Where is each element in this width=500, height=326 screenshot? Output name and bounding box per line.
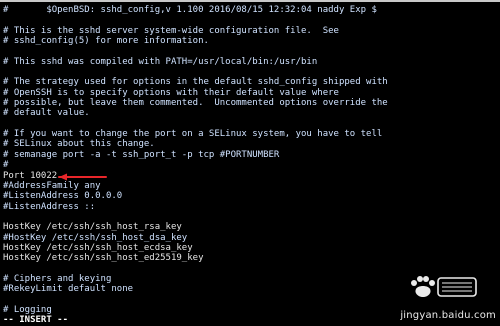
config-line: # $OpenBSD: sshd_config,v 1.100 2016/08/… xyxy=(3,5,377,15)
config-line xyxy=(3,46,500,56)
config-line: #ListenAddress 0.0.0.0 xyxy=(3,191,123,202)
config-line xyxy=(3,119,500,129)
baidu-jingyan-watermark: jingyan.baidu.com xyxy=(386,273,496,321)
config-line: # semanage port -a -t ssh_port_t -p tcp … xyxy=(3,149,280,160)
config-line: # possible, but leave them commented. Un… xyxy=(3,98,388,109)
config-line xyxy=(3,15,500,25)
watermark-url: jingyan.baidu.com xyxy=(400,310,496,321)
config-line: # The strategy used for options in the d… xyxy=(3,77,388,88)
red-arrow-annotation-icon xyxy=(58,173,107,181)
config-line: HostKey /etc/ssh/ssh_host_rsa_key xyxy=(3,222,182,233)
config-line: HostKey /etc/ssh/ssh_host_ecdsa_key xyxy=(3,242,193,253)
config-line: # sshd_config(5) for more information. xyxy=(3,36,209,47)
config-line: # default value. xyxy=(3,108,90,119)
terminal-window[interactable]: # $OpenBSD: sshd_config,v 1.100 2016/08/… xyxy=(0,0,500,325)
config-line: # This is the sshd server system-wide co… xyxy=(3,25,339,36)
config-line: #ListenAddress :: xyxy=(3,201,96,212)
config-line: #AddressFamily any xyxy=(3,180,101,191)
config-line: HostKey /etc/ssh/ssh_host_ed25519_key xyxy=(3,253,204,264)
config-line xyxy=(3,212,500,222)
config-line: # If you want to change the port on a SE… xyxy=(3,129,383,140)
config-line: # SELinux about this change. xyxy=(3,139,155,150)
config-line: #HostKey /etc/ssh/ssh_host_dsa_key xyxy=(3,232,188,243)
config-line: # xyxy=(3,160,9,171)
baidu-logo-icon xyxy=(411,276,477,297)
config-line: # OpenSSH is to specify options with the… xyxy=(3,87,339,98)
config-line: # This sshd was compiled with PATH=/usr/… xyxy=(3,56,318,67)
config-line xyxy=(3,67,500,77)
